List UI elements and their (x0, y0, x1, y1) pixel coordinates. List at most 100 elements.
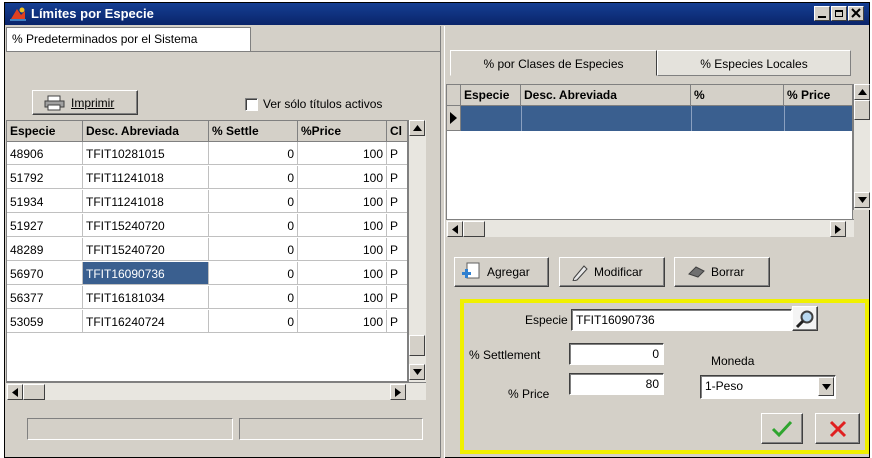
cell-desc[interactable]: TFIT11241018 (83, 190, 209, 213)
cell-cl[interactable]: P (387, 310, 407, 333)
moneda-select[interactable]: 1-Peso (700, 375, 836, 399)
table-row[interactable]: 48289 TFIT15240720 0 100 P (7, 238, 407, 261)
settlement-input[interactable]: 0 (569, 343, 664, 365)
add-icon (462, 262, 480, 279)
cell-price[interactable]: 100 (298, 190, 387, 213)
right-class-grid[interactable]: Especie Desc. Abreviada % % Price (446, 84, 853, 227)
table-row[interactable]: 48906 TFIT10281015 0 100 P (7, 142, 407, 165)
left-vertical-scrollbar[interactable] (408, 120, 426, 382)
cell-cl[interactable]: P (387, 262, 407, 285)
col-header-price[interactable]: %Price (298, 121, 387, 142)
right-vertical-scrollbar[interactable] (853, 84, 870, 210)
col-header-especie-right[interactable]: Especie (461, 85, 521, 106)
col-header-desc[interactable]: Desc. Abreviada (83, 121, 209, 142)
cell-desc[interactable]: TFIT15240720 (83, 214, 209, 237)
right-scroll-down-button[interactable] (854, 192, 870, 208)
right-h-scroll-thumb[interactable] (463, 221, 485, 237)
close-window-button[interactable] (848, 6, 864, 21)
scroll-thumb[interactable] (409, 335, 425, 356)
cell-cl[interactable]: P (387, 142, 407, 165)
scroll-up-button[interactable] (409, 120, 425, 136)
search-especie-button[interactable] (792, 306, 818, 331)
table-row[interactable]: 56970 TFIT16090736 0 100 P (7, 262, 407, 285)
price-input[interactable]: 80 (569, 373, 664, 395)
cell-settle[interactable]: 0 (209, 166, 298, 189)
cell-desc[interactable]: TFIT16240724 (83, 310, 209, 333)
col-header-especie[interactable]: Especie (7, 121, 83, 142)
table-row[interactable]: 51792 TFIT11241018 0 100 P (7, 166, 407, 189)
cell-price[interactable]: 100 (298, 238, 387, 261)
cancel-button[interactable] (815, 413, 860, 444)
cell-especie[interactable]: 48906 (7, 142, 83, 165)
h-scroll-thumb[interactable] (23, 384, 45, 400)
cell-price[interactable]: 100 (298, 166, 387, 189)
delete-button[interactable]: Borrar (674, 257, 770, 287)
add-button[interactable]: Agregar (454, 257, 549, 287)
cell-cl[interactable]: P (387, 190, 407, 213)
tab-especies-locales[interactable]: % Especies Locales (657, 50, 851, 76)
cell-desc[interactable]: TFIT16181034 (83, 286, 209, 309)
right-scroll-left-button[interactable] (447, 221, 463, 237)
cell-cl[interactable]: P (387, 166, 407, 189)
moneda-label: Moneda (711, 354, 755, 368)
cell-price[interactable]: 100 (298, 310, 387, 333)
moneda-dropdown-button[interactable] (818, 377, 834, 396)
edit-button[interactable]: Modificar (559, 257, 665, 287)
scroll-right-button[interactable] (390, 384, 406, 400)
cell-especie[interactable]: 56970 (7, 262, 83, 285)
right-scroll-up-button[interactable] (854, 84, 870, 100)
active-titles-checkbox[interactable] (245, 98, 258, 111)
right-horizontal-scrollbar[interactable] (446, 219, 854, 237)
cell-settle[interactable]: 0 (209, 286, 298, 309)
cell-settle[interactable]: 0 (209, 262, 298, 285)
cell-settle[interactable]: 0 (209, 238, 298, 261)
ok-button[interactable] (761, 413, 803, 444)
cell-price[interactable]: 100 (298, 214, 387, 237)
table-row[interactable]: 56377 TFIT16181034 0 100 P (7, 286, 407, 309)
table-row[interactable]: 53059 TFIT16240724 0 100 P (7, 310, 407, 333)
especie-input[interactable]: TFIT16090736 (571, 309, 792, 331)
col-header-cl[interactable]: Cl (387, 121, 407, 142)
print-button[interactable]: Imprimir (32, 90, 138, 115)
cell-cl[interactable]: P (387, 286, 407, 309)
cell-settle[interactable]: 0 (209, 190, 298, 213)
cell-settle[interactable]: 0 (209, 142, 298, 165)
cell-especie[interactable]: 48289 (7, 238, 83, 261)
cell-price[interactable]: 100 (298, 262, 387, 285)
col-header-pct-right[interactable]: % (691, 85, 784, 106)
col-header-price-right[interactable]: % Price (784, 85, 852, 106)
col-header-desc-right[interactable]: Desc. Abreviada (521, 85, 691, 106)
empty-selected-row[interactable] (461, 106, 852, 131)
title-bar[interactable]: Límites por Especie (5, 3, 869, 25)
cell-desc[interactable]: TFIT11241018 (83, 166, 209, 189)
cell-especie[interactable]: 51934 (7, 190, 83, 213)
cell-desc[interactable]: TFIT16090736 (83, 262, 209, 285)
cell-especie[interactable]: 53059 (7, 310, 83, 333)
scroll-left-button[interactable] (7, 384, 23, 400)
minimize-button[interactable] (814, 6, 830, 21)
arrow-up-icon (857, 89, 867, 95)
cell-cl[interactable]: P (387, 214, 407, 237)
cell-price[interactable]: 100 (298, 286, 387, 309)
cell-especie[interactable]: 51927 (7, 214, 83, 237)
cell-price[interactable]: 100 (298, 142, 387, 165)
left-horizontal-scrollbar[interactable] (6, 382, 426, 400)
cell-settle[interactable]: 0 (209, 310, 298, 333)
tab-predeterminados[interactable]: % Predeterminados por el Sistema (6, 27, 251, 51)
cell-cl[interactable]: P (387, 238, 407, 261)
right-scroll-right-button[interactable] (830, 221, 846, 237)
col-header-settle[interactable]: % Settle (209, 121, 298, 142)
scroll-down-button[interactable] (409, 364, 425, 380)
cell-especie[interactable]: 56377 (7, 286, 83, 309)
cell-desc[interactable]: TFIT10281015 (83, 142, 209, 165)
cell-settle[interactable]: 0 (209, 214, 298, 237)
restore-button[interactable] (831, 6, 847, 21)
tab-clases-especies[interactable]: % por Clases de Especies (450, 50, 657, 76)
cell-desc[interactable]: TFIT15240720 (83, 238, 209, 261)
table-row[interactable]: 51927 TFIT15240720 0 100 P (7, 214, 407, 237)
left-species-grid[interactable]: Especie Desc. Abreviada % Settle %Price … (6, 120, 408, 382)
right-scroll-thumb[interactable] (854, 100, 870, 120)
table-row[interactable]: 51934 TFIT11241018 0 100 P (7, 190, 407, 213)
cell-especie[interactable]: 51792 (7, 166, 83, 189)
panel-splitter[interactable] (440, 26, 445, 458)
